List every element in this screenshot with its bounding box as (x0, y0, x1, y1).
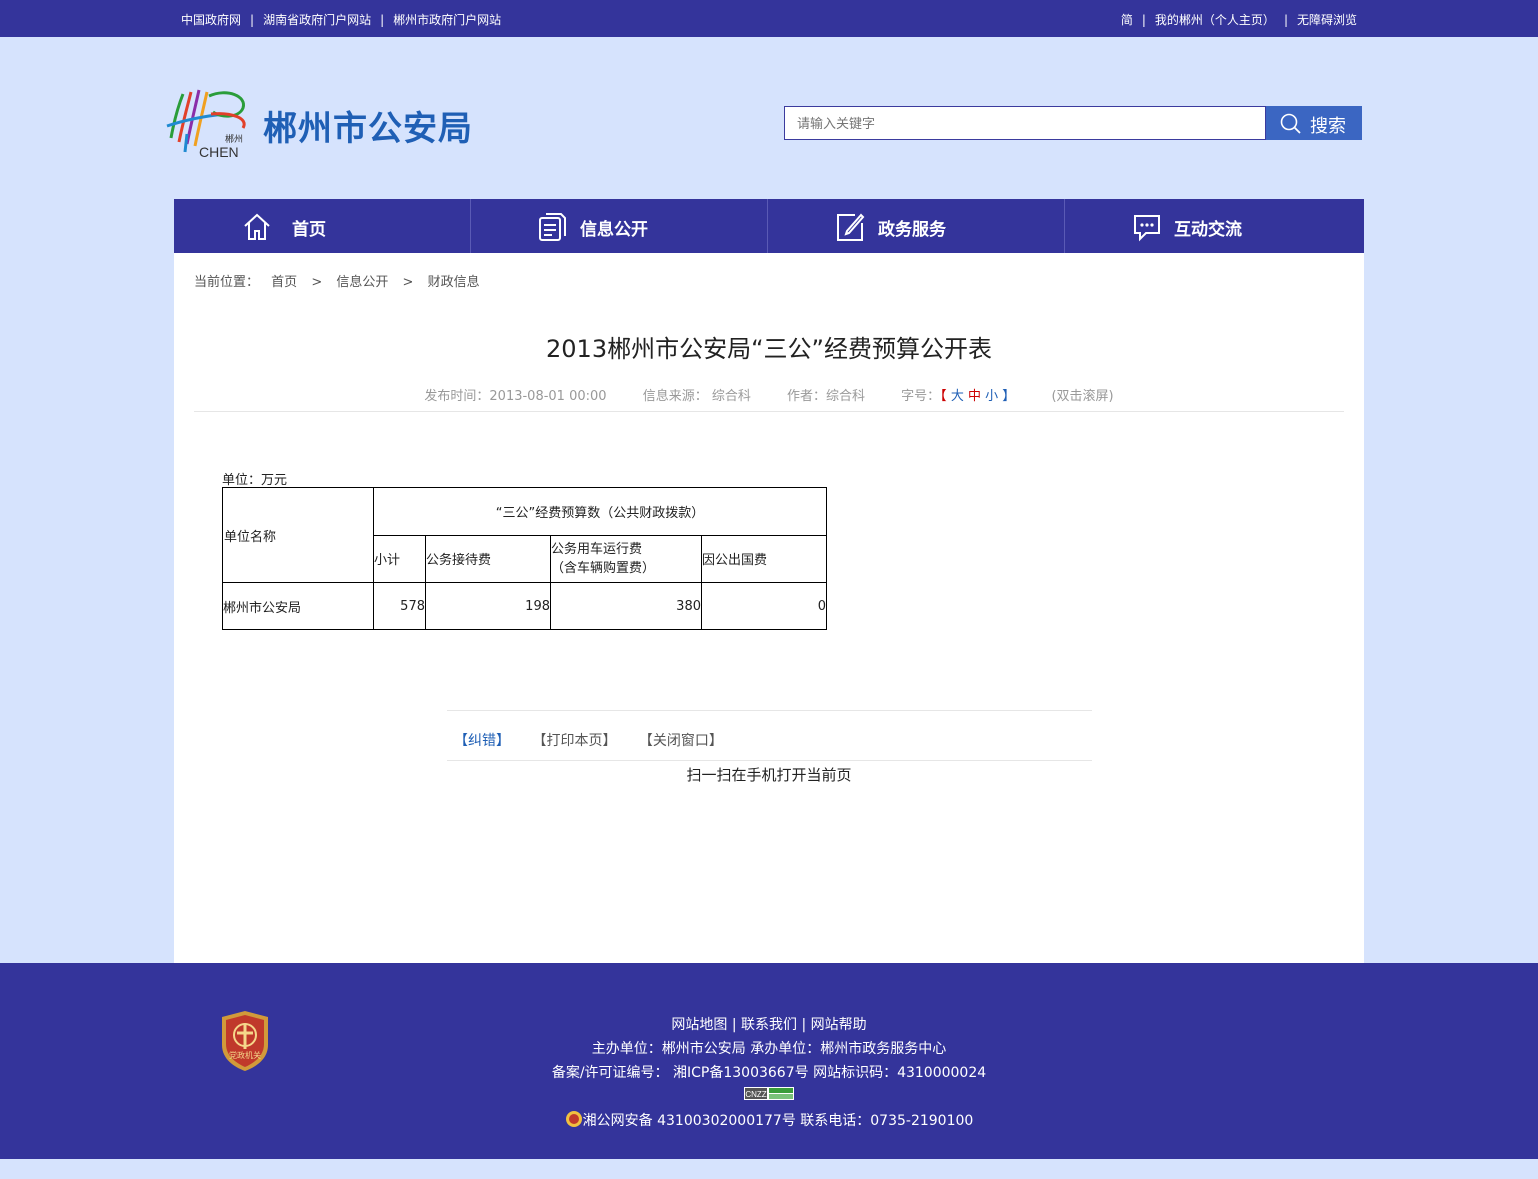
table-row: 郴州市公安局 578 198 380 0 (222, 582, 827, 630)
search-icon (1280, 113, 1301, 134)
header-unit-name: 单位名称 (222, 487, 374, 583)
breadcrumb: 当前位置： 首页 > 信息公开 > 财政信息 (194, 271, 480, 290)
top-bar: 中国政府网 | 湖南省政府门户网站 | 郴州市政府门户网站 简 | 我的郴州（个人主页） | 无… (0, 0, 1538, 37)
font-size-large[interactable]: 大 (951, 389, 964, 404)
header-subtotal: 小计 (373, 534, 426, 583)
link-chenzhou-gov[interactable]: 郴州市政府门户网站 (393, 13, 501, 27)
header-vehicle: 公务用车运行费 （含车辆购置费） (550, 534, 702, 583)
search-box (784, 106, 1266, 140)
nav-item-label: 信息公开 (580, 220, 648, 240)
main-content: 当前位置： 首页 > 信息公开 > 财政信息 2013郴州市公安局“三公”经费预… (174, 253, 1364, 963)
qr-hint: 扫一扫在手机打开当前页 (686, 766, 852, 784)
bracket: 】 (1002, 389, 1016, 404)
font-size-label: 字号： (901, 389, 941, 404)
nav-item-label: 首页 (292, 220, 326, 240)
divider (447, 710, 1092, 711)
main-nav: 首页 信息公开 政务服务 互动交流 (174, 199, 1364, 253)
nav-item-gov-services[interactable]: 政务服务 (768, 199, 1065, 253)
search-button-label: 搜索 (1310, 116, 1346, 137)
correct-button[interactable]: 【纠错】 (454, 733, 510, 749)
article-meta: 发布时间：2013-08-01 00:00 信息来源： 综合科 作者：综合科 字… (174, 385, 1364, 404)
font-size-control: 字号：【 大 中 小 】 (901, 389, 1019, 404)
nav-item-label: 政务服务 (878, 220, 946, 240)
link-china-gov[interactable]: 中国政府网 (181, 13, 241, 27)
home-icon (244, 213, 270, 240)
scroll-hint[interactable]: (双击滚屏) (1051, 389, 1113, 404)
top-left-links: 中国政府网 | 湖南省政府门户网站 | 郴州市政府门户网站 (181, 11, 501, 28)
breadcrumb-finance-info[interactable]: 财政信息 (428, 275, 480, 290)
nav-item-home[interactable]: 首页 (174, 199, 471, 253)
print-button[interactable]: 【打印本页】 (532, 733, 616, 749)
header-vehicle-line2: （含车辆购置费） (551, 560, 656, 576)
svg-text:CHEN: CHEN (199, 144, 239, 160)
header-vehicle-line1: 公务用车运行费 (551, 541, 643, 557)
top-right-links: 简 | 我的郴州（个人主页） | 无障碍浏览 (1121, 11, 1357, 28)
logo-graphic-icon: 郴州 CHEN (166, 89, 246, 160)
search-input[interactable] (795, 107, 1259, 139)
separator: | (250, 13, 255, 27)
article-title: 2013郴州市公安局“三公”经费预算公开表 (546, 335, 992, 363)
cell-abroad: 0 (701, 582, 827, 630)
chat-icon (1134, 215, 1160, 242)
footer-organizer: 主办单位：郴州市公安局 承办单位：郴州市政务服务中心 (591, 1041, 947, 1057)
info-source: 信息来源： 综合科 (642, 389, 751, 404)
font-size-medium[interactable]: 中 (968, 389, 981, 404)
cnzz-badge-icon: CNZZ (744, 1087, 794, 1100)
separator: | (1141, 13, 1146, 27)
site-logo[interactable]: 郴州 CHEN (165, 86, 255, 160)
budget-table: 单位名称 “三公”经费预算数（公共财政拨款） 小计 公务接待费 公务用车运行费 （… (222, 487, 827, 630)
publish-time: 发布时间：2013-08-01 00:00 (424, 389, 607, 404)
link-hunan-gov[interactable]: 湖南省政府门户网站 (263, 13, 371, 27)
divider (194, 411, 1344, 412)
site-title: 郴州市公安局 (263, 109, 473, 149)
police-record-text: 湘公网安备 43100302000177号 联系电话：0735-2190100 (582, 1113, 974, 1129)
cell-unit-name: 郴州市公安局 (222, 582, 374, 630)
author: 作者：综合科 (786, 389, 865, 404)
header-reception: 公务接待费 (425, 534, 551, 583)
separator: | (380, 13, 385, 27)
document-icon (539, 213, 566, 241)
edit-icon (837, 213, 865, 241)
bracket: 【 (940, 389, 947, 404)
footer-police-record: 湘公网安备 43100302000177号 联系电话：0735-2190100 (0, 1110, 1538, 1130)
nav-item-interaction[interactable]: 互动交流 (1065, 199, 1362, 253)
breadcrumb-prefix: 当前位置： (194, 275, 260, 290)
table-header-row: 单位名称 “三公”经费预算数（公共财政拨款） (222, 487, 827, 583)
font-size-small[interactable]: 小 (985, 389, 998, 404)
breadcrumb-separator: > (311, 275, 323, 290)
police-emblem-icon (565, 1111, 582, 1127)
header-group: “三公”经费预算数（公共财政拨款） (373, 487, 827, 536)
article-actions: 【纠错】 【打印本页】 【关闭窗口】 (454, 730, 741, 750)
breadcrumb-info-disclosure[interactable]: 信息公开 (336, 275, 388, 290)
cell-subtotal: 578 (373, 582, 426, 630)
header-abroad: 因公出国费 (701, 534, 827, 583)
nav-item-info-disclosure[interactable]: 信息公开 (471, 199, 768, 253)
breadcrumb-home[interactable]: 首页 (271, 275, 297, 290)
breadcrumb-separator: > (402, 275, 414, 290)
link-my-chenzhou[interactable]: 我的郴州（个人主页） (1155, 13, 1275, 27)
cell-vehicle: 380 (550, 582, 702, 630)
link-accessibility[interactable]: 无障碍浏览 (1297, 13, 1357, 27)
separator: | (1283, 13, 1288, 27)
footer: 党政机关 网站地图 | 联系我们 | 网站帮助 主办单位：郴州市公安局 承办单位… (0, 963, 1538, 1159)
footer-links[interactable]: 网站地图 | 联系我们 | 网站帮助 (0, 1014, 1538, 1034)
close-window-button[interactable]: 【关闭窗口】 (639, 733, 723, 749)
cell-reception: 198 (425, 582, 551, 630)
unit-label: 单位：万元 (222, 473, 288, 488)
divider (447, 760, 1092, 761)
link-simplified[interactable]: 简 (1121, 13, 1133, 27)
svg-text:CNZZ: CNZZ (745, 1090, 766, 1099)
nav-item-label: 互动交流 (1174, 220, 1242, 240)
cnzz-counter[interactable]: CNZZ (0, 1087, 1538, 1104)
search-button[interactable]: 搜索 (1266, 106, 1362, 140)
footer-license: 备案/许可证编号： 湘ICP备13003667号 网站标识码：431000002… (551, 1065, 987, 1081)
